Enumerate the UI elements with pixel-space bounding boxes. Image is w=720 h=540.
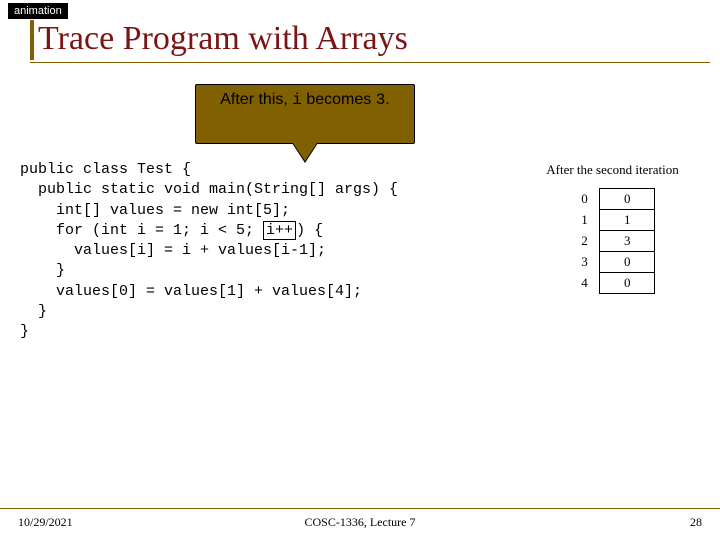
callout-box: After this, i becomes 3. [195, 84, 415, 144]
code-line: } [20, 323, 29, 340]
callout-text-mid: becomes [302, 91, 376, 108]
code-line: } [20, 262, 65, 279]
footer: 10/29/2021 COSC-1336, Lecture 7 28 [0, 508, 720, 530]
callout-text-prefix: After this, [220, 91, 292, 108]
code-line: public static void main(String[] args) { [20, 181, 398, 198]
array-index: 4 [570, 273, 600, 294]
array-value: 1 [600, 210, 655, 231]
code-line: values[i] = i + values[i-1]; [20, 242, 326, 259]
array-index: 3 [570, 252, 600, 273]
code-line: public class Test { [20, 161, 191, 178]
code-line: for (int i = 1; i < 5; [20, 222, 263, 239]
footer-center: COSC-1336, Lecture 7 [305, 515, 416, 530]
callout-var: i [292, 91, 302, 109]
animation-tag: animation [8, 3, 68, 19]
table-row: 40 [570, 273, 655, 294]
callout-pointer [293, 143, 317, 161]
title-underline [30, 62, 710, 63]
table-row: 30 [570, 252, 655, 273]
code-line: values[0] = values[1] + values[4]; [20, 283, 362, 300]
slide-title: Trace Program with Arrays [38, 20, 720, 60]
code-line: } [20, 303, 47, 320]
array-value: 3 [600, 231, 655, 252]
callout-text-suffix: . [385, 91, 389, 108]
table-row: 00 [570, 189, 655, 210]
code-line: int[] values = new int[5]; [20, 202, 290, 219]
array-index: 1 [570, 210, 600, 231]
array-value: 0 [600, 189, 655, 210]
array-index: 0 [570, 189, 600, 210]
table-row: 11 [570, 210, 655, 231]
code-line: ) { [296, 222, 323, 239]
title-bar: Trace Program with Arrays [30, 20, 720, 60]
footer-page: 28 [690, 515, 702, 530]
code-highlight: i++ [263, 221, 296, 240]
callout-val: 3 [376, 91, 386, 109]
table-row: 23 [570, 231, 655, 252]
diagram-caption: After the second iteration [535, 162, 690, 178]
array-value: 0 [600, 273, 655, 294]
array-table: 00 11 23 30 40 [570, 188, 656, 294]
array-diagram: After the second iteration 00 11 23 30 4… [535, 162, 690, 294]
code-block: public class Test { public static void m… [20, 160, 398, 342]
footer-date: 10/29/2021 [18, 515, 73, 530]
array-index: 2 [570, 231, 600, 252]
array-value: 0 [600, 252, 655, 273]
